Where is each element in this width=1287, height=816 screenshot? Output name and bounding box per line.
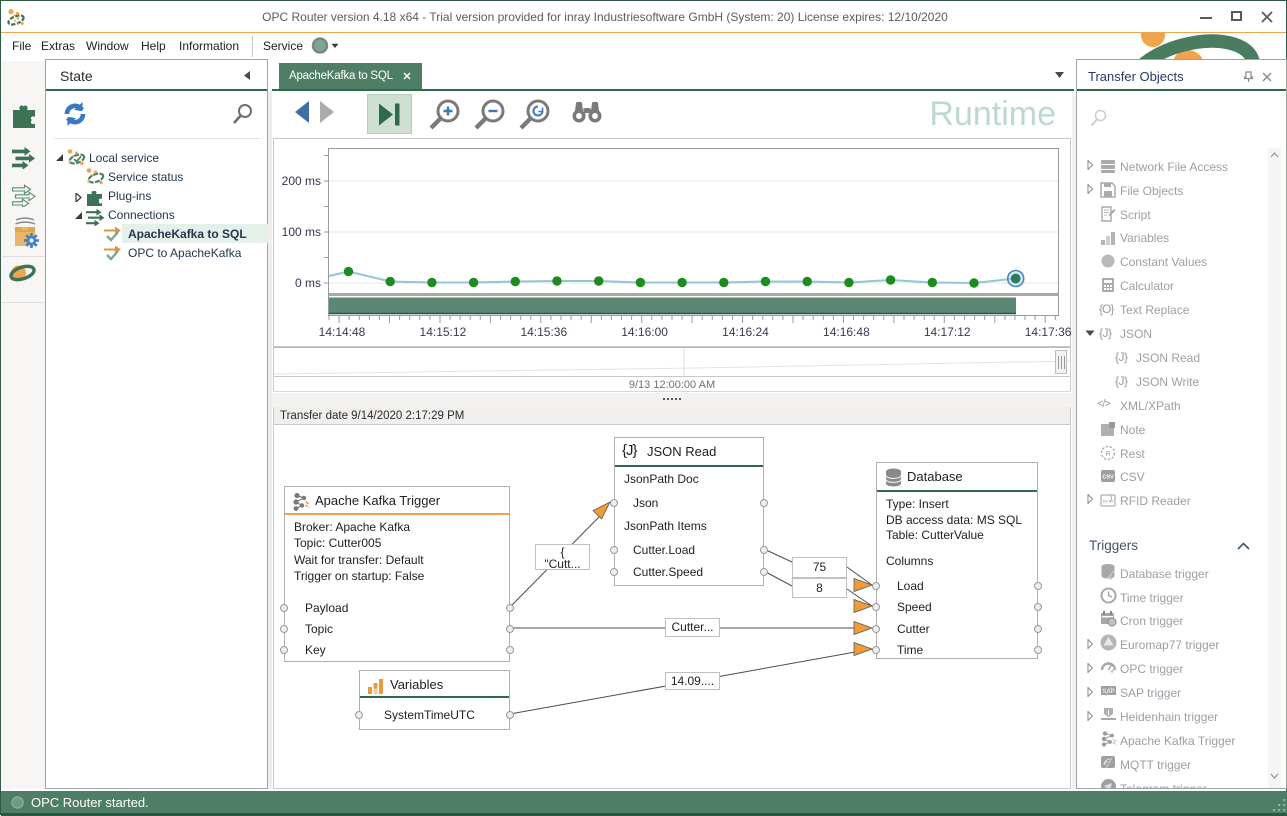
svg-text:200 ms: 200 ms [282, 174, 321, 188]
svg-text:14:16:48: 14:16:48 [823, 325, 870, 339]
svg-text:14:17:36: 14:17:36 [1025, 325, 1072, 339]
svg-text:R: R [1105, 451, 1110, 458]
svg-text:14:15:12: 14:15:12 [420, 325, 467, 339]
svg-text:CSV: CSV [1102, 475, 1114, 481]
svg-text:100 ms: 100 ms [282, 225, 321, 239]
svg-text:RFID: RFID [1103, 499, 1114, 504]
svg-text:14:16:24: 14:16:24 [722, 325, 769, 339]
svg-text:14:14:48: 14:14:48 [319, 325, 366, 339]
svg-text:14:15:36: 14:15:36 [520, 325, 567, 339]
svg-text:14:16:00: 14:16:00 [621, 325, 668, 339]
svg-text:14:17:12: 14:17:12 [924, 325, 971, 339]
svg-text:0 ms: 0 ms [295, 276, 321, 290]
